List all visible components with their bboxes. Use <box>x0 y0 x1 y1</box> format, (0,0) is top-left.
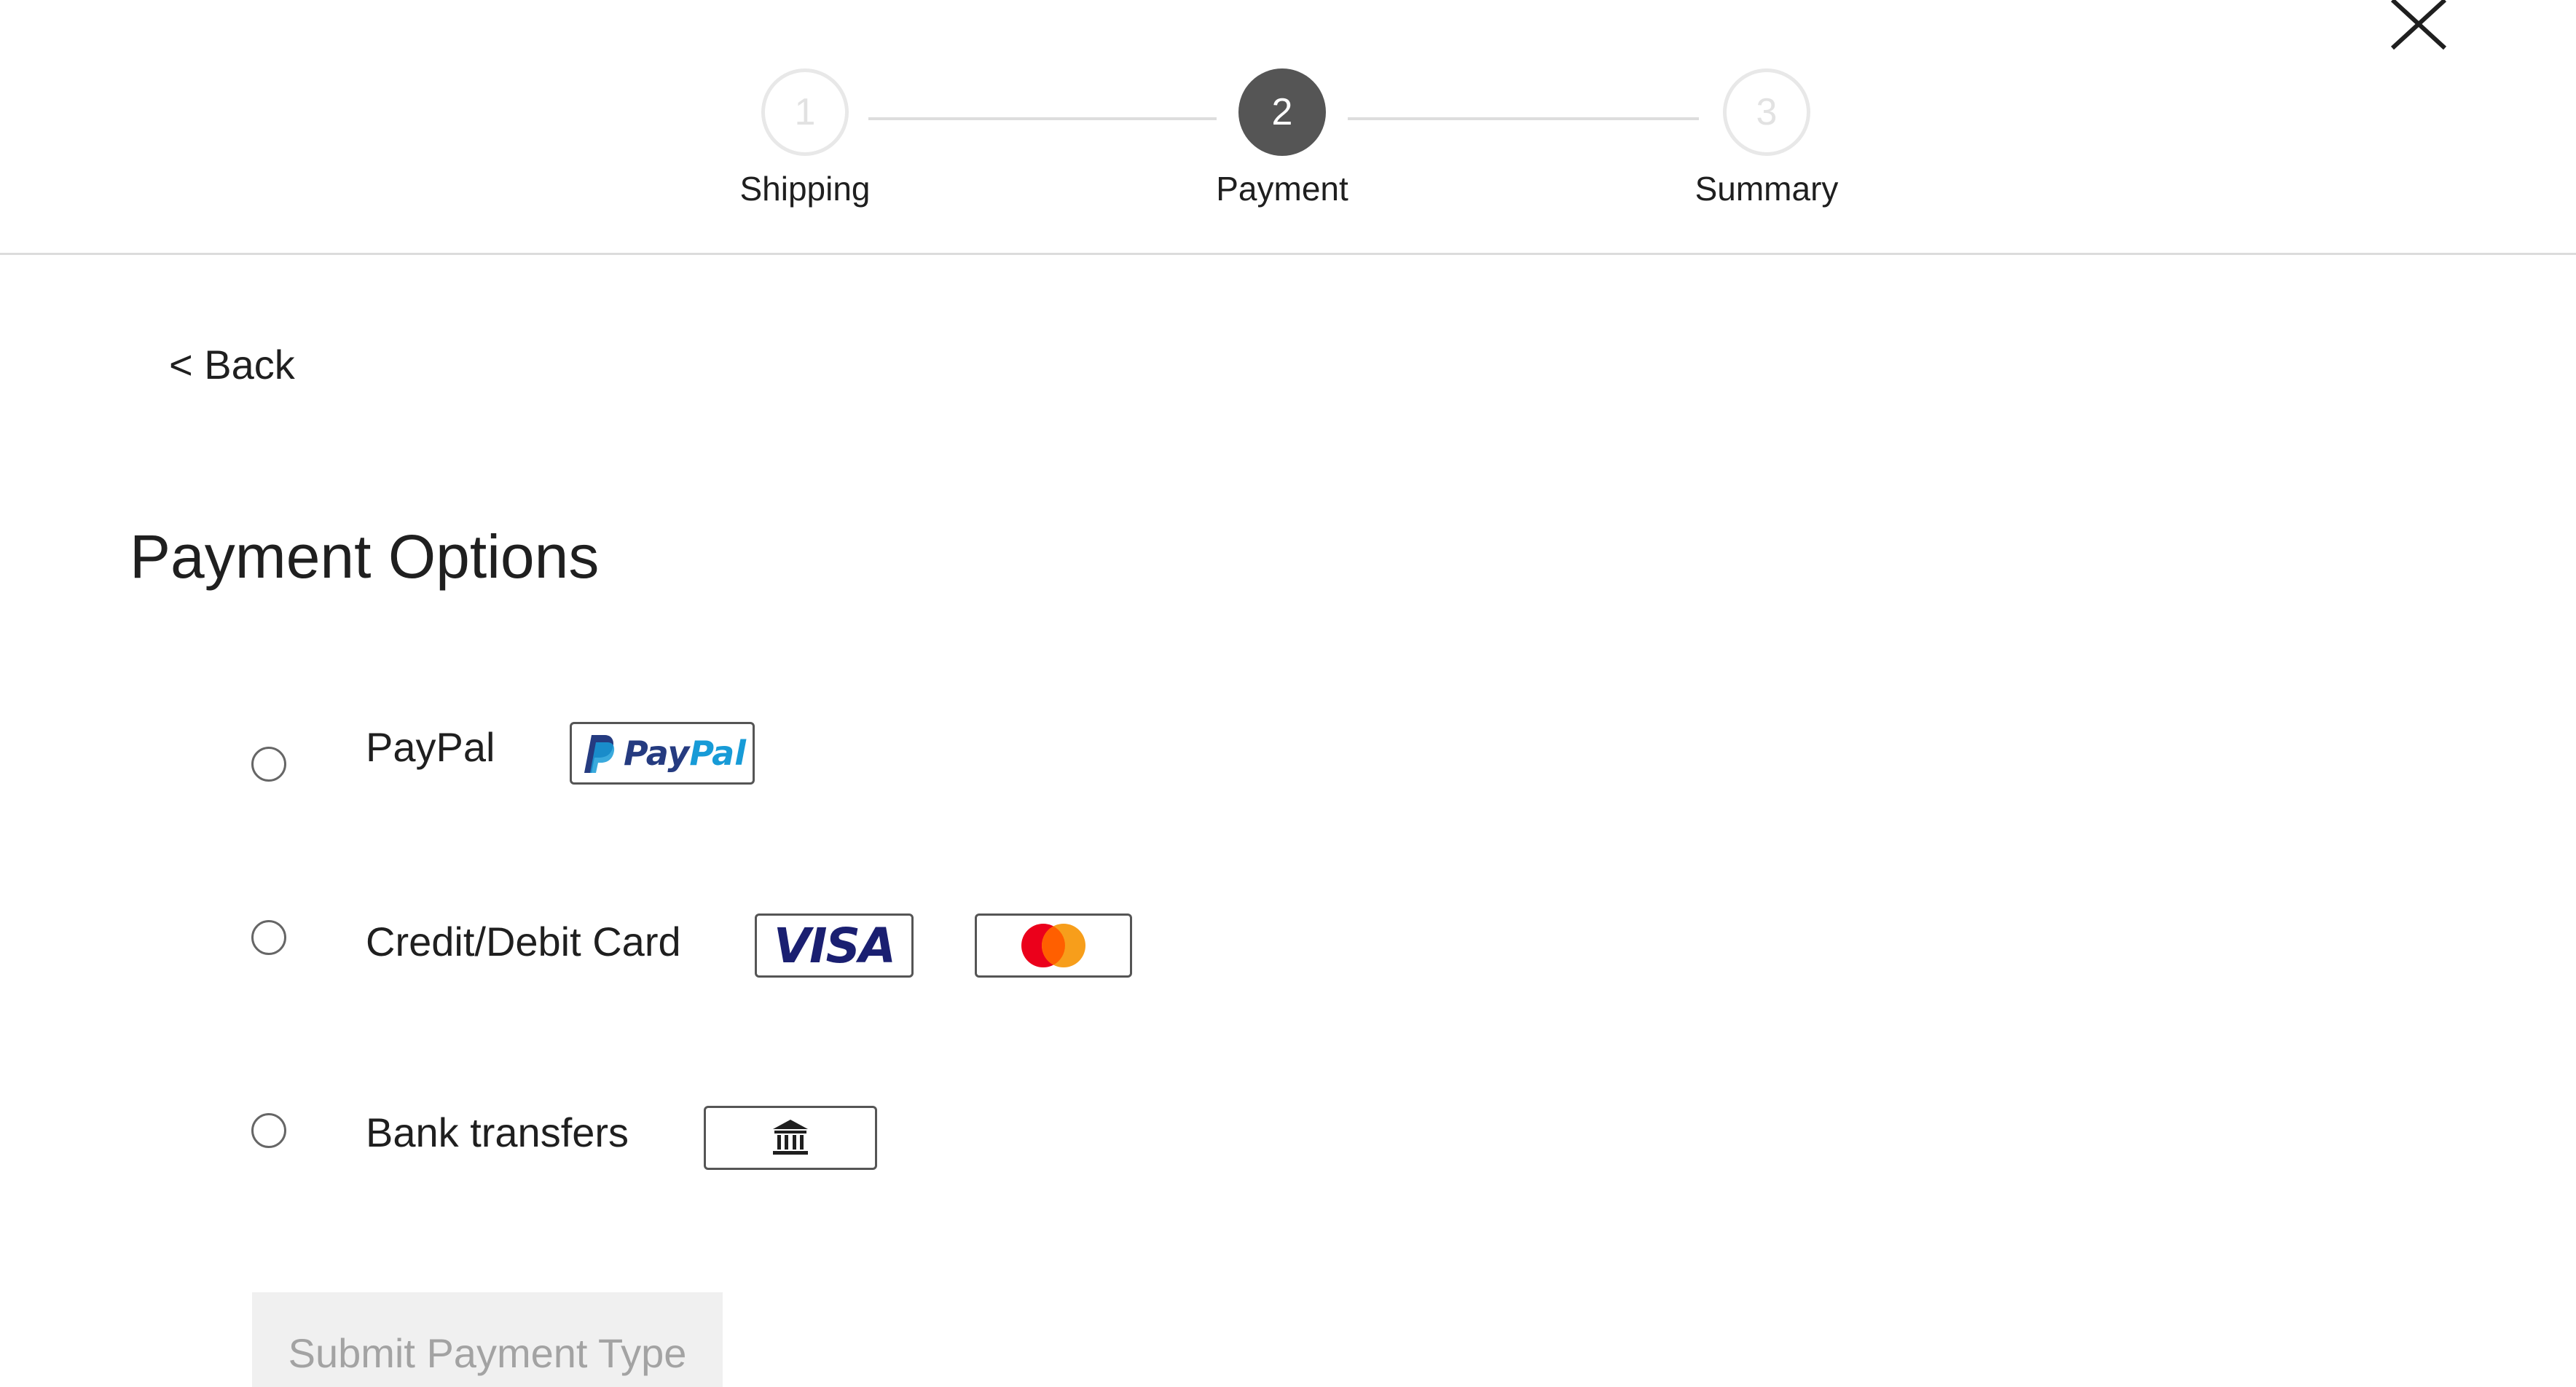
step-connector-2-3 <box>1348 117 1699 120</box>
bank-radio[interactable] <box>251 1113 286 1148</box>
step-number-circle: 1 <box>761 68 849 156</box>
payment-option-paypal: PayPal PayPal <box>0 710 2576 785</box>
step-shipping[interactable]: 1 Shipping <box>696 68 914 208</box>
step-label: Payment <box>1216 170 1348 208</box>
step-summary[interactable]: 3 Summary <box>1657 68 1876 208</box>
mastercard-logo <box>975 913 1132 978</box>
step-number: 2 <box>1271 91 1293 133</box>
step-label: Shipping <box>739 170 871 208</box>
step-number: 1 <box>794 91 816 133</box>
step-number-circle: 2 <box>1238 68 1326 156</box>
back-label: < Back <box>169 342 295 388</box>
mastercard-circles-icon <box>1021 924 1085 967</box>
payment-option-bank: Bank transfers <box>0 1094 2576 1170</box>
option-label: Bank transfers <box>366 1109 629 1155</box>
visa-logo: VISA <box>755 913 914 978</box>
visa-wordmark: VISA <box>773 917 896 974</box>
bank-icon <box>773 1120 808 1155</box>
payment-option-card: Credit/Debit Card VISA <box>0 902 2576 978</box>
bank-logo <box>704 1106 877 1170</box>
paypal-wordmark: PayPal <box>624 734 746 773</box>
checkout-page: 1 Shipping 2 Payment 3 Summary < Back Pa… <box>0 0 2576 1387</box>
close-icon <box>2390 0 2447 50</box>
submit-payment-type-button[interactable]: Submit Payment Type <box>252 1292 723 1387</box>
back-link[interactable]: < Back <box>169 341 295 388</box>
step-number-circle: 3 <box>1723 68 1810 156</box>
close-button[interactable] <box>2390 0 2448 51</box>
card-radio[interactable] <box>251 920 286 955</box>
step-payment[interactable]: 2 Payment <box>1173 68 1391 208</box>
page-title: Payment Options <box>130 522 600 591</box>
option-label: PayPal <box>366 724 495 770</box>
step-label: Summary <box>1695 170 1839 208</box>
paypal-logo: PayPal <box>570 722 755 785</box>
step-connector-1-2 <box>868 117 1217 120</box>
checkout-header: 1 Shipping 2 Payment 3 Summary <box>0 0 2576 255</box>
step-number: 3 <box>1756 91 1778 133</box>
paypal-radio[interactable] <box>251 747 286 782</box>
option-label: Credit/Debit Card <box>366 919 681 964</box>
paypal-p-icon <box>584 735 615 773</box>
